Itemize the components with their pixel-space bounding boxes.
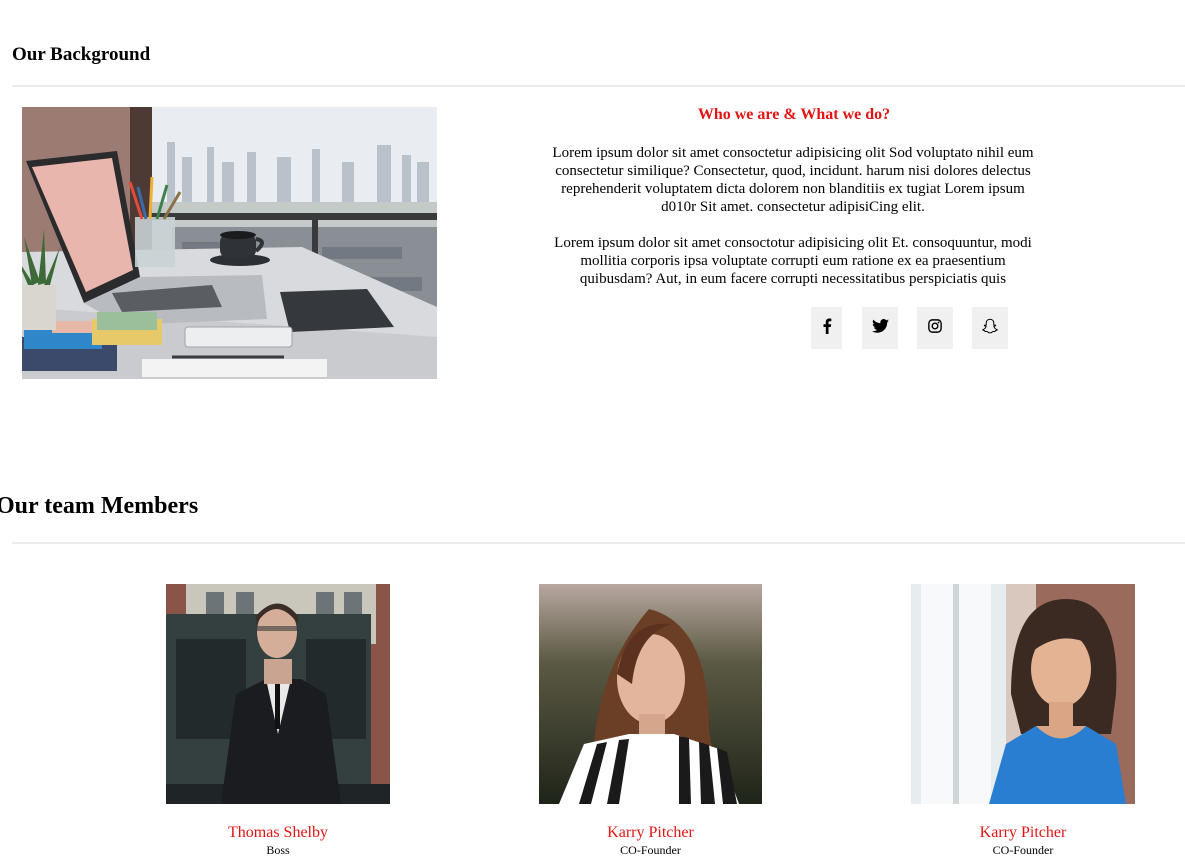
member-role: Boss (266, 843, 290, 857)
member-role: CO-Founder (620, 843, 681, 857)
member-name: Karry Pitcher (979, 824, 1067, 841)
member-role: CO-Founder (992, 843, 1054, 857)
member-photo (539, 584, 762, 804)
instagram-link[interactable] (917, 307, 953, 349)
member-photo (166, 584, 390, 804)
background-title: Our Background (12, 44, 151, 65)
team-title: Our team Members (0, 493, 199, 519)
about-paragraph: Lorem ipsum dolor sit amet consoctetur a… (552, 145, 1034, 215)
about-heading: Who we are & What we do? (697, 106, 891, 123)
snapchat-icon (982, 318, 998, 339)
page: Our Background Who we are & What we do? … (0, 0, 1185, 867)
member-name: Thomas Shelby (228, 824, 328, 841)
twitter-icon (871, 318, 889, 338)
team-member-card: Karry Pitcher CO-Founder (539, 584, 762, 857)
team-member-card: Thomas Shelby Boss (166, 584, 390, 857)
member-photo (911, 584, 1135, 804)
instagram-icon (928, 318, 942, 338)
divider (12, 85, 1185, 87)
about-paragraph: Lorem ipsum dolor sit amet consoctotur a… (554, 235, 1032, 287)
facebook-link[interactable] (811, 307, 842, 349)
twitter-link[interactable] (862, 307, 898, 349)
divider (12, 542, 1185, 544)
social-links (0, 307, 1185, 349)
snapchat-link[interactable] (972, 307, 1008, 349)
member-name: Karry Pitcher (607, 824, 694, 841)
team-member-card: Karry Pitcher CO-Founder (911, 584, 1135, 857)
facebook-icon (822, 318, 832, 339)
